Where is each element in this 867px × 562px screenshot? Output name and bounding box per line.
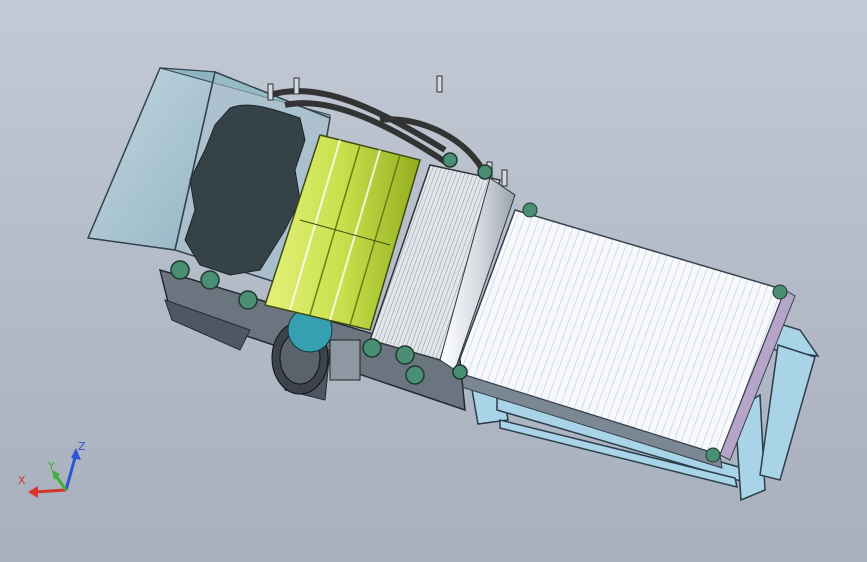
z-axis-label: Z: [78, 440, 86, 453]
pulley-icon: [477, 164, 493, 180]
pulley-icon: [395, 345, 415, 365]
pulley-icon: [238, 290, 258, 310]
x-axis-arrow-icon: [28, 486, 67, 498]
z-axis-arrow-icon: [64, 448, 81, 491]
x-axis-label: X: [18, 474, 26, 487]
pulley-icon: [362, 338, 382, 358]
machine-3d-model[interactable]: [0, 0, 867, 562]
axis-triad: Z X Y: [18, 440, 86, 498]
cad-viewport[interactable]: Z X Y: [0, 0, 867, 562]
conveyor-end-sprocket-icon: [772, 284, 788, 300]
y-axis-label: Y: [47, 460, 55, 473]
pulley-icon: [200, 270, 220, 290]
conveyor-end-sprocket-icon: [705, 447, 721, 463]
y-axis-arrow-icon: [52, 470, 68, 491]
pulley-icon: [442, 152, 458, 168]
pulley-icon: [170, 260, 190, 280]
pulley-icon: [452, 364, 468, 380]
pulley-icon: [405, 365, 425, 385]
conveyor-head-sprocket-icon: [522, 202, 538, 218]
